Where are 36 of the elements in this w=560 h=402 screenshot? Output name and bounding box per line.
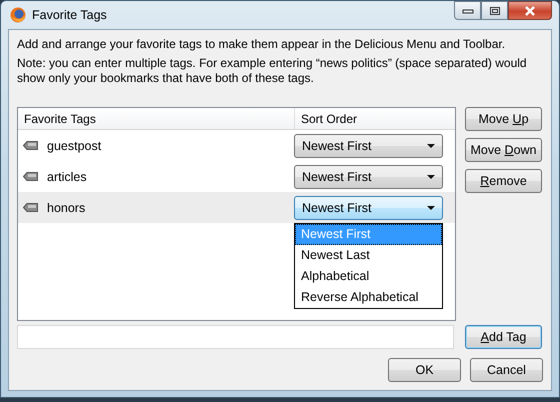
note-text: Note: you can enter multiple tags. For example entering “news politics” (space separated) would show only your bookmarks that have both of these tags.	[17, 56, 528, 86]
maximize-icon	[488, 6, 500, 16]
globe-icon	[10, 7, 26, 23]
action-button[interactable]: Remove	[465, 169, 542, 193]
tag-name: honors	[47, 200, 86, 214]
tag-icon	[23, 203, 38, 212]
sort-order-dropdown[interactable]: Newest First	[294, 196, 443, 220]
dialog-button[interactable]: Cancel	[470, 358, 543, 382]
maximize-button[interactable]	[481, 1, 508, 20]
tag-icon	[23, 141, 38, 150]
add-tag-button[interactable]: Add Tag	[465, 325, 542, 349]
dialog-button[interactable]: OK	[388, 358, 461, 382]
tag-input-field[interactable]	[17, 325, 454, 349]
tag-name: guestpost	[47, 138, 102, 152]
tag-row[interactable]: guestpost Newest First	[18, 130, 455, 161]
dropdown-option[interactable]: Alphabetical	[295, 266, 442, 286]
sort-order-dropdown[interactable]: Newest First	[294, 134, 443, 158]
tag-icon	[23, 172, 38, 181]
close-button[interactable]	[508, 1, 552, 20]
minimize-icon	[462, 8, 474, 14]
caret-icon	[427, 144, 435, 148]
dropdown-option[interactable]: Reverse Alphabetical	[295, 286, 442, 308]
action-button[interactable]: Move Down	[465, 138, 542, 162]
column-header[interactable]: Favorite Tags	[18, 108, 295, 129]
sort-order-dropdown[interactable]: Newest First	[294, 164, 443, 188]
minimize-button[interactable]	[454, 1, 481, 20]
dropdown-option[interactable]: Newest Last	[295, 244, 442, 266]
caret-icon	[427, 174, 435, 178]
action-button[interactable]: Move Up	[465, 107, 542, 131]
tag-name: articles	[47, 170, 87, 184]
intro-text: Add and arrange your favorite tags to make them appear in the Delicious Menu and Toolbar.	[17, 37, 506, 52]
column-header[interactable]: Sort Order	[295, 108, 455, 129]
caret-icon	[427, 206, 435, 210]
tag-row[interactable]: articles Newest First	[18, 161, 455, 192]
window-title: Favorite Tags	[32, 8, 107, 22]
close-icon	[524, 6, 536, 16]
